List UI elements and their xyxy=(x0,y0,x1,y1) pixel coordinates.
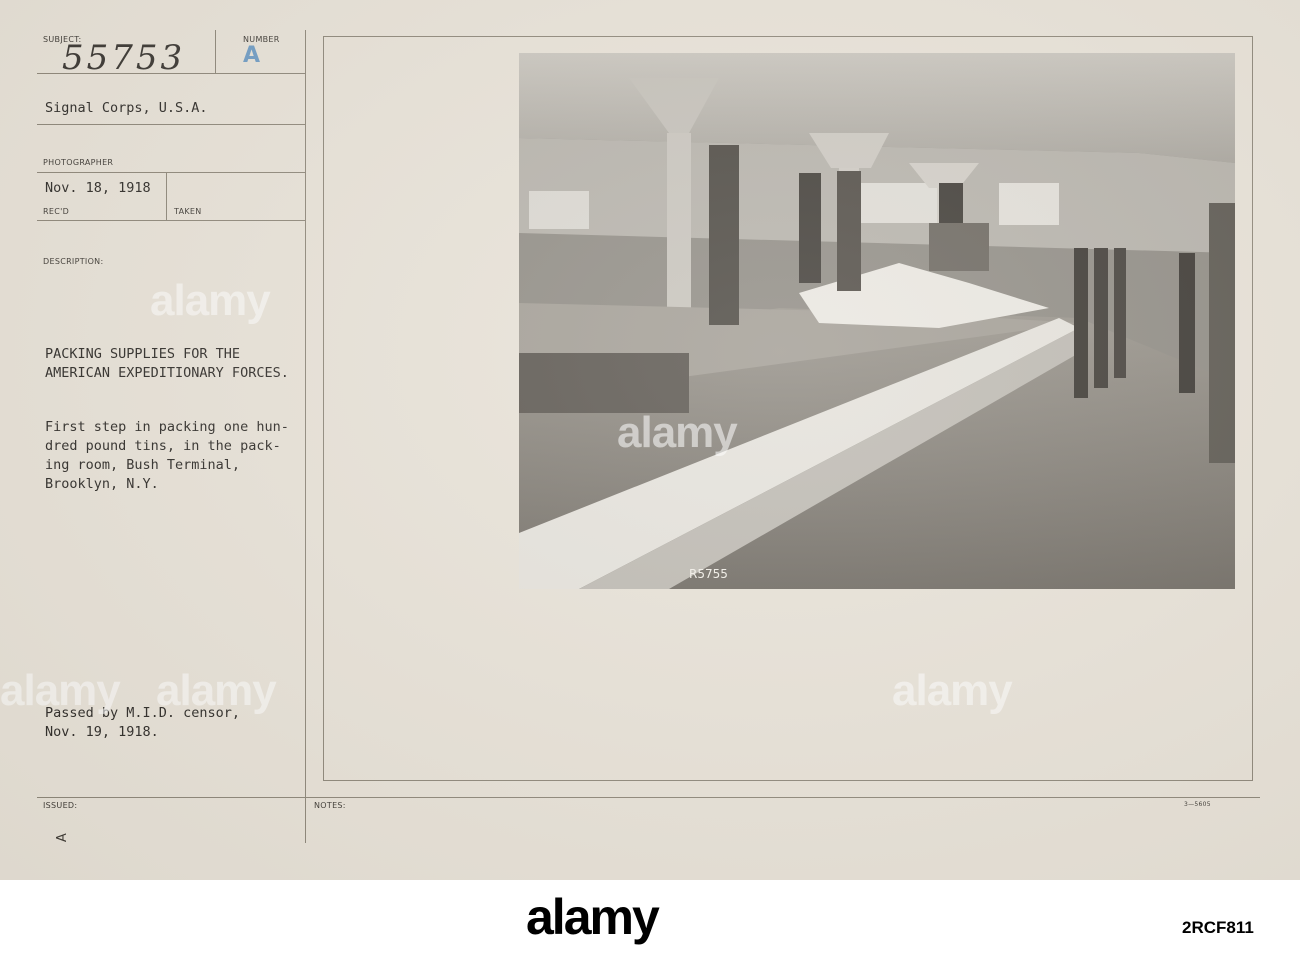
divider-issued xyxy=(37,797,1260,798)
title-line-2: AMERICAN EXPEDITIONARY FORCES. xyxy=(45,365,289,381)
divider-recd xyxy=(37,220,305,221)
divider-photographer xyxy=(37,172,305,173)
unit-text: Signal Corps, U.S.A. xyxy=(45,100,208,116)
description-line-2: dred pound tins, in the pack- xyxy=(45,438,281,454)
watermark-left: alamy xyxy=(150,276,271,325)
description-line-1: First step in packing one hun- xyxy=(45,419,289,435)
number-value: A xyxy=(243,43,261,68)
alamy-logo[interactable]: alamy xyxy=(526,888,660,946)
issued-label: ISSUED: xyxy=(43,801,78,810)
description-line-4: Brooklyn, N.Y. xyxy=(45,476,159,492)
archival-photograph: R5755 xyxy=(519,53,1235,589)
title-line-1: PACKING SUPPLIES FOR THE xyxy=(45,346,241,362)
recd-label: REC'D xyxy=(43,207,70,216)
divider-subject-number xyxy=(215,30,216,74)
negative-number: R5755 xyxy=(689,567,728,581)
description-line-3: ing room, Bush Terminal, xyxy=(45,457,241,473)
watermark-bottom-right: alamy xyxy=(892,666,1013,715)
divider-left-column xyxy=(305,30,306,843)
issued-mark: A xyxy=(55,832,71,843)
taken-label: TAKEN xyxy=(174,207,202,216)
watermark-bottom-center: alamy xyxy=(156,666,277,715)
received-date: Nov. 18, 1918 xyxy=(45,180,151,196)
watermark-bottom-left: alamy xyxy=(0,666,121,715)
divider-unit xyxy=(37,124,305,125)
watermark-center: alamy xyxy=(617,408,738,457)
divider-recd-taken xyxy=(166,172,167,220)
photographer-label: PHOTOGRAPHER xyxy=(43,158,114,167)
archive-card: SUBJECT: NUMBER 55753 A Signal Corps, U.… xyxy=(0,0,1300,880)
censor-line-2: Nov. 19, 1918. xyxy=(45,724,159,740)
form-number: 3—5605 xyxy=(1184,801,1211,808)
image-code: 2RCF811 xyxy=(1182,918,1254,937)
notes-label: NOTES: xyxy=(314,801,346,810)
description-label: DESCRIPTION: xyxy=(43,257,104,266)
subject-number: 55753 xyxy=(62,38,186,78)
packing-room-photo: R5755 xyxy=(519,53,1235,589)
